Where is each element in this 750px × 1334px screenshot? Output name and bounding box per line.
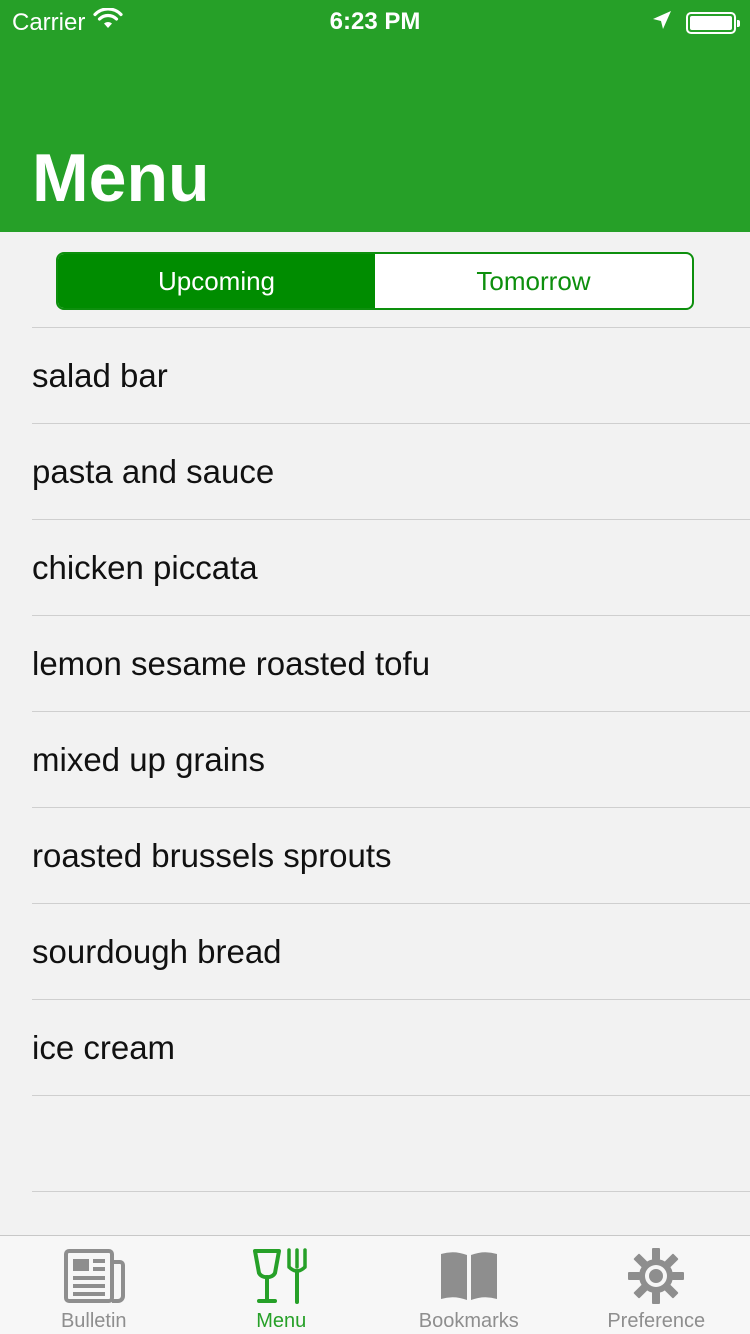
list-item[interactable]: chicken piccata [32, 519, 750, 615]
status-time: 6:23 PM [329, 8, 421, 35]
newspaper-icon [62, 1246, 126, 1306]
day-segmented-control: Upcoming Tomorrow [56, 252, 694, 310]
list-item[interactable]: pasta and sauce [32, 423, 750, 519]
fork-knife-icon [249, 1246, 313, 1306]
book-icon [437, 1246, 501, 1306]
location-arrow-icon [652, 10, 672, 35]
tab-label: Preference [607, 1310, 706, 1332]
list-item[interactable]: roasted brussels sprouts [32, 807, 750, 903]
status-bar: Carrier 6:23 PM [0, 0, 750, 40]
gear-icon [624, 1246, 688, 1306]
empty-list-row [32, 1095, 750, 1191]
tab-label: Bulletin [60, 1310, 127, 1332]
segment-upcoming[interactable]: Upcoming [58, 254, 375, 308]
list-item[interactable]: salad bar [32, 327, 750, 423]
status-right [652, 10, 740, 35]
header: Carrier 6:23 PM Menu [0, 0, 750, 232]
tab-label: Menu [256, 1310, 307, 1332]
menu-list: salad bar pasta and sauce chicken piccat… [0, 327, 750, 1192]
page-title: Menu [32, 140, 210, 216]
segment-tomorrow[interactable]: Tomorrow [375, 254, 692, 308]
list-item[interactable]: sourdough bread [32, 903, 750, 999]
tab-bar: Bulletin Menu Bookmarks Preference [0, 1235, 750, 1334]
tab-bookmarks[interactable]: Bookmarks [375, 1236, 563, 1334]
tab-preference[interactable]: Preference [563, 1236, 750, 1334]
tab-label: Bookmarks [418, 1310, 519, 1332]
battery-icon [686, 11, 740, 34]
list-item[interactable]: lemon sesame roasted tofu [32, 615, 750, 711]
list-item[interactable]: ice cream [32, 999, 750, 1095]
list-divider [32, 1191, 750, 1192]
tab-bulletin[interactable]: Bulletin [0, 1236, 188, 1334]
tab-menu[interactable]: Menu [188, 1236, 376, 1334]
list-item[interactable]: mixed up grains [32, 711, 750, 807]
